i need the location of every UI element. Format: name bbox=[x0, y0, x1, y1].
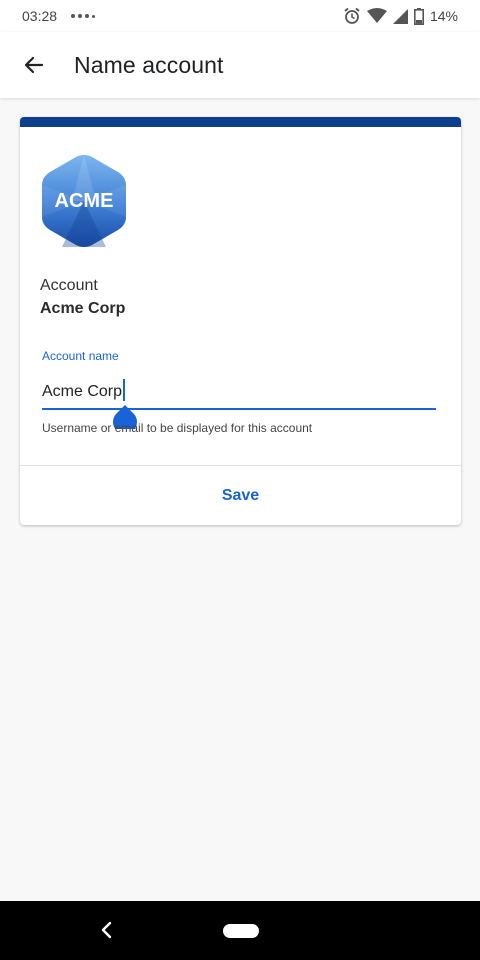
account-name-input[interactable] bbox=[42, 375, 436, 409]
notification-dots-icon bbox=[71, 14, 96, 18]
account-card: ACME Account Acme Corp Account name User… bbox=[20, 117, 461, 525]
input-underline bbox=[42, 408, 436, 410]
status-bar: 03:28 14% bbox=[0, 0, 480, 32]
status-time: 03:28 bbox=[22, 8, 58, 24]
nav-home-button[interactable] bbox=[223, 924, 259, 938]
signal-icon bbox=[392, 8, 408, 24]
account-value: Acme Corp bbox=[40, 300, 126, 317]
acme-logo: ACME bbox=[42, 155, 126, 247]
app-bar: Name account bbox=[0, 32, 480, 98]
logo-text: ACME bbox=[55, 190, 114, 212]
account-name-label: Account name bbox=[42, 349, 119, 363]
page-title: Name account bbox=[74, 51, 224, 78]
wifi-icon bbox=[366, 8, 387, 23]
nav-back-icon[interactable] bbox=[96, 919, 118, 941]
back-button[interactable] bbox=[0, 32, 68, 98]
account-label: Account bbox=[40, 277, 98, 294]
alarm-icon bbox=[344, 7, 360, 24]
account-name-helper: Username or email to be displayed for th… bbox=[42, 421, 313, 435]
card-accent-bar bbox=[20, 117, 461, 127]
arrow-back-icon bbox=[24, 56, 44, 74]
text-caret bbox=[123, 379, 125, 401]
system-nav-bar bbox=[0, 901, 480, 960]
battery-icon bbox=[413, 7, 424, 25]
battery-percent: 14% bbox=[429, 8, 458, 24]
save-button[interactable]: Save bbox=[20, 466, 461, 525]
